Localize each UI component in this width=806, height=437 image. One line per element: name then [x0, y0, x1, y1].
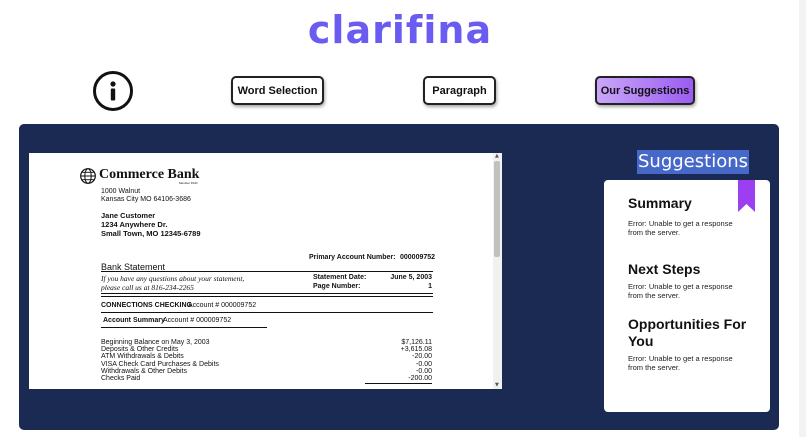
word-selection-button[interactable]: Word Selection: [231, 76, 324, 105]
app-logo: clarifina: [307, 8, 493, 52]
questions-line2: please call us at 816-234-2265: [101, 283, 194, 292]
summary-text: Error: Unable to get a response from the…: [628, 219, 733, 237]
paragraph-button[interactable]: Paragraph: [423, 76, 496, 105]
page-scrollbar[interactable]: [799, 0, 806, 437]
checking-title: CONNECTIONS CHECKING: [101, 302, 193, 309]
questions-line1: If you have any questions about your sta…: [101, 274, 245, 283]
primary-account-label: Primary Account Number:: [309, 254, 396, 261]
scroll-down-icon[interactable]: ▼: [495, 383, 499, 388]
divider: [101, 312, 433, 313]
divider: [101, 293, 433, 294]
statement-scrollbar[interactable]: ▲ ▼: [493, 153, 502, 389]
globe-icon: [80, 168, 96, 184]
summary-row-amount: -0.00: [416, 368, 432, 375]
customer-street: 1234 Anywhere Dr.: [101, 220, 168, 229]
summary-row-amount: -0.00: [416, 361, 432, 368]
divider: [101, 271, 433, 272]
summary-row-label: Deposits & Other Credits: [101, 346, 179, 353]
summary-row-label: VISA Check Card Purchases & Debits: [101, 361, 219, 368]
divider: [365, 383, 432, 384]
info-button[interactable]: [93, 71, 133, 111]
customer-name: Jane Customer: [101, 211, 156, 220]
scrollbar-thumb[interactable]: [494, 161, 500, 257]
summary-row-amount: -200.00: [408, 375, 432, 382]
member-fdic: Member FDIC: [179, 181, 198, 185]
info-icon: [110, 81, 116, 101]
summary-row-label: Beginning Balance on May 3, 2003: [101, 339, 210, 346]
customer-city: Small Town, MO 12345-6789: [101, 229, 201, 238]
statement-date-value: June 5, 2003: [390, 274, 432, 281]
summary-row-label: Checks Paid: [101, 375, 141, 382]
summary-row-amount: +3,615.08: [400, 346, 432, 353]
bank-statement-document: Commerce Bank Member FDIC 1000 Walnut Ka…: [29, 153, 493, 389]
our-suggestions-button[interactable]: Our Suggestions: [595, 76, 695, 105]
summary-row-amount: $7,126.11: [401, 339, 432, 346]
suggestions-title: Suggestions: [637, 150, 749, 174]
bookmark-icon: [738, 180, 755, 212]
statement-viewer[interactable]: Commerce Bank Member FDIC 1000 Walnut Ka…: [29, 153, 502, 389]
suggestions-card: Summary Error: Unable to get a response …: [604, 180, 770, 412]
summary-row-amount: -20.00: [412, 353, 432, 360]
summary-title: Account Summary: [103, 317, 165, 324]
summary-row-label: ATM Withdrawals & Debits: [101, 353, 184, 360]
next-steps-text: Error: Unable to get a response from the…: [628, 282, 733, 300]
scroll-up-icon[interactable]: ▲: [495, 154, 499, 159]
divider: [101, 327, 267, 328]
page-number-label: Page Number:: [313, 283, 361, 290]
summary-row-label: Withdrawals & Other Debits: [101, 368, 187, 375]
checking-account: Account # 000009752: [188, 302, 257, 309]
bank-address-line2: Kansas City MO 64106-3686: [101, 196, 191, 203]
primary-account-value: 000009752: [400, 254, 436, 261]
summary-account: Account # 000009752: [163, 317, 232, 324]
opportunities-heading-line1: Opportunities For: [628, 316, 747, 332]
opportunities-heading-line2: You: [628, 333, 654, 349]
page-number-value: 1: [428, 283, 432, 290]
divider: [101, 296, 433, 297]
bank-address-line1: 1000 Walnut: [101, 188, 141, 195]
next-steps-heading: Next Steps: [628, 261, 701, 277]
opportunities-text: Error: Unable to get a response from the…: [628, 354, 733, 372]
summary-heading: Summary: [628, 195, 692, 211]
statement-date-label: Statement Date:: [313, 274, 367, 281]
